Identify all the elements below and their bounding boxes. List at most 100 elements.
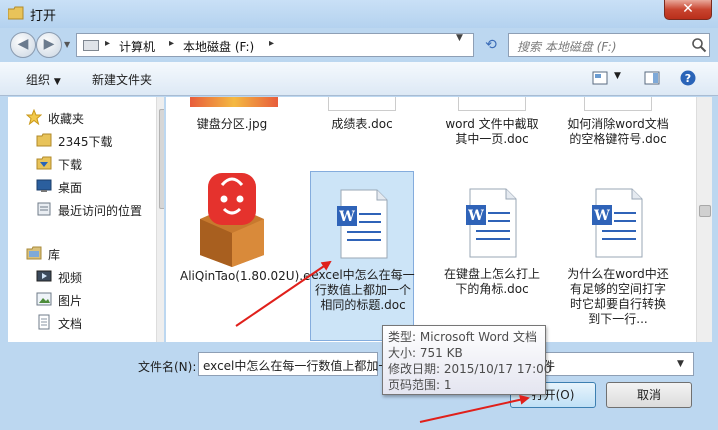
forward-button[interactable]: ▶ bbox=[36, 32, 62, 58]
file-list-scroll-thumb[interactable] bbox=[699, 205, 711, 217]
nav-label: 视频 bbox=[58, 271, 83, 285]
doc-thumbnail bbox=[440, 97, 544, 111]
nav-scrollbar[interactable] bbox=[156, 97, 164, 342]
chevron-down-icon: ▼ bbox=[677, 359, 684, 369]
video-icon bbox=[36, 270, 52, 282]
file-item[interactable]: 键盘分区.jpg bbox=[180, 97, 284, 137]
chevron-right-icon[interactable]: ▸ bbox=[105, 38, 110, 49]
nav-pictures[interactable]: 图片 bbox=[8, 289, 148, 309]
file-name: 键盘分区.jpg bbox=[196, 117, 268, 131]
nav-label: 文档 bbox=[58, 317, 83, 331]
chevron-right-icon[interactable]: ▸ bbox=[269, 38, 274, 49]
file-info-tooltip: 类型: Microsoft Word 文档 大小: 751 KB 修改日期: 2… bbox=[382, 325, 551, 395]
folder-icon bbox=[8, 6, 24, 20]
file-name: word 文件中截取其中一页.doc bbox=[445, 117, 539, 146]
organize-label: 组织 bbox=[26, 73, 51, 87]
close-button[interactable]: ✕ bbox=[664, 0, 712, 20]
tooltip-type: 类型: Microsoft Word 文档 bbox=[388, 330, 537, 344]
title-bar: 打开 ✕ bbox=[0, 0, 718, 28]
svg-text:?: ? bbox=[685, 72, 691, 85]
svg-text:W: W bbox=[338, 209, 355, 225]
file-name: 在键盘上怎么打上下的角标.doc bbox=[443, 267, 540, 296]
exe-app-icon bbox=[200, 173, 264, 267]
help-icon[interactable]: ? bbox=[680, 70, 696, 86]
filename-value: excel中怎么在每一行数值上都加一 bbox=[203, 359, 391, 373]
doc-thumbnail bbox=[310, 97, 414, 111]
nav-documents[interactable]: 文档 bbox=[8, 312, 148, 332]
refresh-button[interactable]: ⟲ bbox=[480, 34, 502, 56]
organize-menu[interactable]: 组织 ▼ bbox=[26, 71, 61, 88]
history-dropdown-icon[interactable]: ▼ bbox=[64, 40, 70, 49]
document-icon bbox=[38, 314, 50, 330]
nav-scroll-thumb[interactable] bbox=[159, 109, 164, 209]
nav-2345-downloads[interactable]: 2345下载 bbox=[8, 130, 148, 150]
file-item-selected[interactable]: W excel中怎么在每一行数值上都加一个相同的标题.doc bbox=[310, 171, 415, 341]
tooltip-size: 大小: 751 KB bbox=[388, 346, 463, 360]
file-item[interactable]: W 为什么在word中还有足够的空间打字时它却要自行转换到下一行... bbox=[566, 171, 670, 341]
file-item[interactable]: W 在键盘上怎么打上下的角标.doc bbox=[440, 171, 544, 301]
back-button[interactable]: ◀ bbox=[10, 32, 36, 58]
filetype-select[interactable]: 件 ▼ bbox=[536, 352, 694, 376]
preview-pane-icon[interactable] bbox=[644, 70, 660, 86]
cancel-button[interactable]: 取消 bbox=[606, 382, 692, 408]
download-folder-icon bbox=[36, 156, 52, 170]
toolbar: 组织 ▼ 新建文件夹 ▼ ? bbox=[0, 62, 718, 96]
nav-label: 下载 bbox=[58, 158, 83, 172]
address-dropdown-icon[interactable]: ▼ bbox=[456, 33, 463, 43]
arrow-right-icon: ▶ bbox=[43, 36, 55, 52]
tooltip-pages: 页码范围: 1 bbox=[388, 378, 452, 392]
doc-thumbnail bbox=[566, 97, 670, 111]
computer-icon bbox=[83, 40, 99, 51]
filename-input[interactable]: excel中怎么在每一行数值上都加一 bbox=[198, 352, 390, 376]
nav-recent-places[interactable]: 最近访问的位置 bbox=[8, 199, 148, 219]
file-item[interactable]: AliQinTao(1.80.02U).exe bbox=[180, 171, 325, 301]
window-title: 打开 bbox=[30, 9, 57, 24]
file-item[interactable]: word 文件中截取其中一页.doc bbox=[440, 97, 544, 152]
nav-label: 图片 bbox=[58, 294, 83, 308]
filename-label: 文件名(N): bbox=[138, 360, 197, 374]
folder-icon bbox=[36, 133, 52, 147]
word-doc-icon: W bbox=[337, 189, 388, 259]
file-item[interactable]: 成绩表.doc bbox=[310, 97, 414, 137]
nav-label: 最近访问的位置 bbox=[58, 204, 143, 218]
address-row: ◀ ▶ ▼ ▸ 计算机 ▸ 本地磁盘 (F:) ▸ ▼ ⟲ 搜索 本地磁盘 (F… bbox=[0, 28, 718, 62]
search-icon[interactable] bbox=[691, 37, 707, 53]
nav-label: 库 bbox=[48, 248, 61, 262]
file-list-scrollbar[interactable] bbox=[696, 97, 712, 342]
word-doc-icon: W bbox=[466, 188, 517, 258]
view-options-icon[interactable] bbox=[592, 70, 608, 86]
nav-desktop[interactable]: 桌面 bbox=[8, 176, 148, 196]
file-item[interactable]: 如何消除word文档的空格键符号.doc bbox=[566, 97, 670, 167]
navigation-pane: 收藏夹 2345下载 下载 桌面 最近访问的位置 库 视频 图片 文档 bbox=[8, 97, 164, 342]
desktop-icon bbox=[36, 179, 52, 192]
file-name: 成绩表.doc bbox=[331, 117, 393, 131]
search-input[interactable]: 搜索 本地磁盘 (F:) bbox=[508, 33, 710, 57]
breadcrumb-computer[interactable]: 计算机 bbox=[119, 38, 155, 55]
star-icon bbox=[26, 109, 42, 125]
picture-icon bbox=[36, 292, 52, 306]
refresh-icon: ⟲ bbox=[485, 37, 497, 53]
nav-downloads[interactable]: 下载 bbox=[8, 153, 148, 173]
nav-videos[interactable]: 视频 bbox=[8, 266, 148, 286]
file-name: 为什么在word中还有足够的空间打字时它却要自行转换到下一行... bbox=[567, 267, 669, 326]
breadcrumb-drive[interactable]: 本地磁盘 (F:) bbox=[183, 38, 254, 55]
nav-label: 2345下载 bbox=[58, 135, 113, 149]
search-placeholder: 搜索 本地磁盘 (F:) bbox=[517, 40, 617, 54]
nav-favorites[interactable]: 收藏夹 bbox=[8, 107, 148, 127]
dialog-footer: 文件名(N): excel中怎么在每一行数值上都加一 件 ▼ 打开(O) 取消 bbox=[0, 342, 718, 430]
nav-label: 收藏夹 bbox=[48, 112, 85, 126]
address-bar[interactable]: ▸ 计算机 ▸ 本地磁盘 (F:) ▸ bbox=[76, 33, 474, 57]
library-icon bbox=[26, 246, 42, 260]
file-name: AliQinTao(1.80.02U).exe bbox=[180, 269, 325, 283]
nav-libraries[interactable]: 库 bbox=[8, 243, 148, 263]
file-list: 键盘分区.jpg 成绩表.doc word 文件中截取其中一页.doc 如何消除… bbox=[166, 97, 696, 342]
chevron-right-icon[interactable]: ▸ bbox=[169, 38, 174, 49]
chevron-down-icon: ▼ bbox=[53, 77, 61, 87]
arrow-left-icon: ◀ bbox=[17, 36, 29, 52]
view-dropdown-icon[interactable]: ▼ bbox=[614, 71, 621, 81]
svg-text:W: W bbox=[467, 208, 484, 224]
recent-places-icon bbox=[37, 202, 51, 216]
word-doc-icon: W bbox=[592, 188, 643, 258]
new-folder-button[interactable]: 新建文件夹 bbox=[92, 71, 152, 88]
file-name: excel中怎么在每一行数值上都加一个相同的标题.doc bbox=[311, 268, 415, 312]
